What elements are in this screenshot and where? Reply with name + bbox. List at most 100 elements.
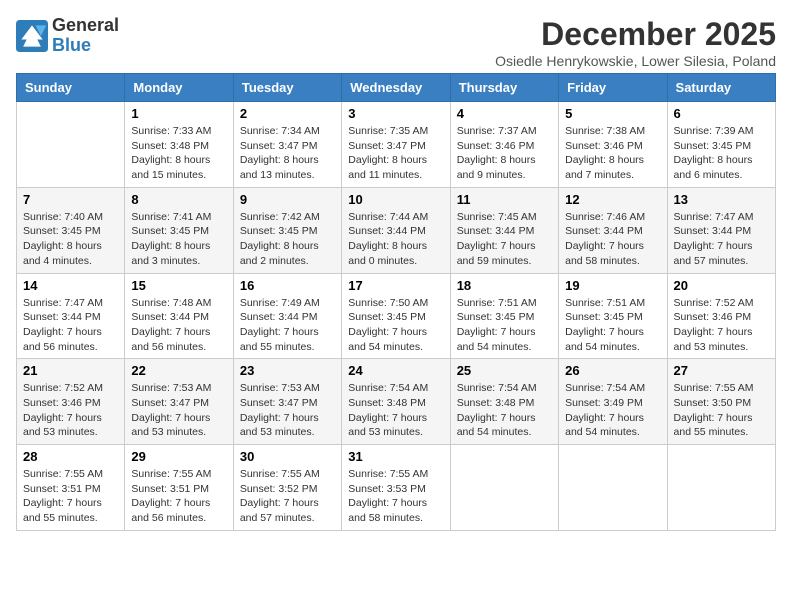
cell-content: Sunrise: 7:42 AMSunset: 3:45 PMDaylight:…: [240, 210, 335, 269]
calendar-cell: 19 Sunrise: 7:51 AMSunset: 3:45 PMDayligh…: [559, 273, 667, 359]
page-header: General Blue December 2025 Osiedle Henry…: [16, 16, 776, 69]
week-row-1: 1Sunrise: 7:33 AMSunset: 3:48 PMDaylight…: [17, 102, 776, 188]
calendar-cell: 1Sunrise: 7:33 AMSunset: 3:48 PMDaylight…: [125, 102, 233, 188]
day-number: 19: [565, 278, 660, 293]
cell-content: Sunrise: 7:55 AMSunset: 3:51 PMDaylight:…: [23, 467, 118, 526]
cell-content: Sunrise: 7:50 AMSunset: 3:45 PMDaylight:…: [348, 296, 443, 355]
col-header-thursday: Thursday: [450, 74, 558, 102]
week-row-2: 7Sunrise: 7:40 AMSunset: 3:45 PMDaylight…: [17, 187, 776, 273]
calendar-cell: 25 Sunrise: 7:54 AMSunset: 3:48 PMDayligh…: [450, 359, 558, 445]
cell-content: Sunrise: 7:45 AMSunset: 3:44 PMDaylight:…: [457, 210, 552, 269]
month-title: December 2025: [495, 16, 776, 53]
day-number: 28: [23, 449, 118, 464]
calendar-cell: 4Sunrise: 7:37 AMSunset: 3:46 PMDaylight…: [450, 102, 558, 188]
col-header-sunday: Sunday: [17, 74, 125, 102]
logo-blue: Blue: [52, 35, 91, 55]
calendar-cell: 21 Sunrise: 7:52 AMSunset: 3:46 PMDayligh…: [17, 359, 125, 445]
calendar-cell: 3Sunrise: 7:35 AMSunset: 3:47 PMDaylight…: [342, 102, 450, 188]
calendar-cell: 29 Sunrise: 7:55 AMSunset: 3:51 PMDayligh…: [125, 445, 233, 531]
day-number: 24: [348, 363, 443, 378]
calendar-cell: [17, 102, 125, 188]
col-header-tuesday: Tuesday: [233, 74, 341, 102]
cell-content: Sunrise: 7:40 AMSunset: 3:45 PMDaylight:…: [23, 210, 118, 269]
cell-content: Sunrise: 7:47 AMSunset: 3:44 PMDaylight:…: [23, 296, 118, 355]
day-number: 31: [348, 449, 443, 464]
day-number: 8: [131, 192, 226, 207]
calendar-table: SundayMondayTuesdayWednesdayThursdayFrid…: [16, 73, 776, 531]
calendar-cell: 20 Sunrise: 7:52 AMSunset: 3:46 PMDayligh…: [667, 273, 775, 359]
day-number: 12: [565, 192, 660, 207]
col-header-wednesday: Wednesday: [342, 74, 450, 102]
cell-content: Sunrise: 7:52 AMSunset: 3:46 PMDaylight:…: [23, 381, 118, 440]
cell-content: Sunrise: 7:52 AMSunset: 3:46 PMDaylight:…: [674, 296, 769, 355]
calendar-cell: 30 Sunrise: 7:55 AMSunset: 3:52 PMDayligh…: [233, 445, 341, 531]
cell-content: Sunrise: 7:33 AMSunset: 3:48 PMDaylight:…: [131, 124, 226, 183]
calendar-cell: [667, 445, 775, 531]
cell-content: Sunrise: 7:55 AMSunset: 3:53 PMDaylight:…: [348, 467, 443, 526]
logo-icon: [16, 20, 48, 52]
cell-content: Sunrise: 7:39 AMSunset: 3:45 PMDaylight:…: [674, 124, 769, 183]
day-number: 29: [131, 449, 226, 464]
day-number: 25: [457, 363, 552, 378]
calendar-cell: 8 Sunrise: 7:41 AMSunset: 3:45 PMDaylight…: [125, 187, 233, 273]
calendar-cell: 28 Sunrise: 7:55 AMSunset: 3:51 PMDayligh…: [17, 445, 125, 531]
day-number: 23: [240, 363, 335, 378]
day-number: 15: [131, 278, 226, 293]
calendar-cell: 27Sunrise: 7:55 AMSunset: 3:50 PMDayligh…: [667, 359, 775, 445]
day-number: 26: [565, 363, 660, 378]
cell-content: Sunrise: 7:48 AMSunset: 3:44 PMDaylight:…: [131, 296, 226, 355]
day-number: 18: [457, 278, 552, 293]
cell-content: Sunrise: 7:55 AMSunset: 3:51 PMDaylight:…: [131, 467, 226, 526]
calendar-cell: 13 Sunrise: 7:47 AMSunset: 3:44 PMDayligh…: [667, 187, 775, 273]
week-row-4: 21 Sunrise: 7:52 AMSunset: 3:46 PMDayligh…: [17, 359, 776, 445]
calendar-cell: 24Sunrise: 7:54 AMSunset: 3:48 PMDayligh…: [342, 359, 450, 445]
col-header-monday: Monday: [125, 74, 233, 102]
calendar-cell: 7Sunrise: 7:40 AMSunset: 3:45 PMDaylight…: [17, 187, 125, 273]
day-number: 21: [23, 363, 118, 378]
day-number: 10: [348, 192, 443, 207]
logo: General Blue: [16, 16, 119, 56]
day-number: 3: [348, 106, 443, 121]
cell-content: Sunrise: 7:51 AMSunset: 3:45 PMDaylight:…: [457, 296, 552, 355]
day-number: 16: [240, 278, 335, 293]
header-row: SundayMondayTuesdayWednesdayThursdayFrid…: [17, 74, 776, 102]
cell-content: Sunrise: 7:49 AMSunset: 3:44 PMDaylight:…: [240, 296, 335, 355]
logo-text: General Blue: [52, 16, 119, 56]
calendar-cell: 5Sunrise: 7:38 AMSunset: 3:46 PMDaylight…: [559, 102, 667, 188]
title-block: December 2025 Osiedle Henrykowskie, Lowe…: [495, 16, 776, 69]
logo-general: General: [52, 15, 119, 35]
day-number: 2: [240, 106, 335, 121]
calendar-cell: 11Sunrise: 7:45 AMSunset: 3:44 PMDayligh…: [450, 187, 558, 273]
calendar-cell: 26 Sunrise: 7:54 AMSunset: 3:49 PMDayligh…: [559, 359, 667, 445]
cell-content: Sunrise: 7:37 AMSunset: 3:46 PMDaylight:…: [457, 124, 552, 183]
calendar-cell: 18 Sunrise: 7:51 AMSunset: 3:45 PMDayligh…: [450, 273, 558, 359]
calendar-cell: 15 Sunrise: 7:48 AMSunset: 3:44 PMDayligh…: [125, 273, 233, 359]
day-number: 14: [23, 278, 118, 293]
calendar-cell: [450, 445, 558, 531]
cell-content: Sunrise: 7:47 AMSunset: 3:44 PMDaylight:…: [674, 210, 769, 269]
calendar-cell: 31 Sunrise: 7:55 AMSunset: 3:53 PMDayligh…: [342, 445, 450, 531]
day-number: 30: [240, 449, 335, 464]
week-row-3: 14 Sunrise: 7:47 AMSunset: 3:44 PMDayligh…: [17, 273, 776, 359]
day-number: 13: [674, 192, 769, 207]
cell-content: Sunrise: 7:51 AMSunset: 3:45 PMDaylight:…: [565, 296, 660, 355]
day-number: 9: [240, 192, 335, 207]
cell-content: Sunrise: 7:55 AMSunset: 3:52 PMDaylight:…: [240, 467, 335, 526]
calendar-cell: 2Sunrise: 7:34 AMSunset: 3:47 PMDaylight…: [233, 102, 341, 188]
calendar-cell: 6 Sunrise: 7:39 AMSunset: 3:45 PMDaylight…: [667, 102, 775, 188]
cell-content: Sunrise: 7:55 AMSunset: 3:50 PMDaylight:…: [674, 381, 769, 440]
week-row-5: 28 Sunrise: 7:55 AMSunset: 3:51 PMDayligh…: [17, 445, 776, 531]
col-header-friday: Friday: [559, 74, 667, 102]
cell-content: Sunrise: 7:38 AMSunset: 3:46 PMDaylight:…: [565, 124, 660, 183]
day-number: 17: [348, 278, 443, 293]
day-number: 20: [674, 278, 769, 293]
calendar-cell: 9 Sunrise: 7:42 AMSunset: 3:45 PMDaylight…: [233, 187, 341, 273]
location: Osiedle Henrykowskie, Lower Silesia, Pol…: [495, 53, 776, 69]
calendar-cell: 14 Sunrise: 7:47 AMSunset: 3:44 PMDayligh…: [17, 273, 125, 359]
cell-content: Sunrise: 7:53 AMSunset: 3:47 PMDaylight:…: [240, 381, 335, 440]
cell-content: Sunrise: 7:54 AMSunset: 3:48 PMDaylight:…: [457, 381, 552, 440]
calendar-cell: 17 Sunrise: 7:50 AMSunset: 3:45 PMDayligh…: [342, 273, 450, 359]
cell-content: Sunrise: 7:54 AMSunset: 3:49 PMDaylight:…: [565, 381, 660, 440]
day-number: 6: [674, 106, 769, 121]
cell-content: Sunrise: 7:41 AMSunset: 3:45 PMDaylight:…: [131, 210, 226, 269]
